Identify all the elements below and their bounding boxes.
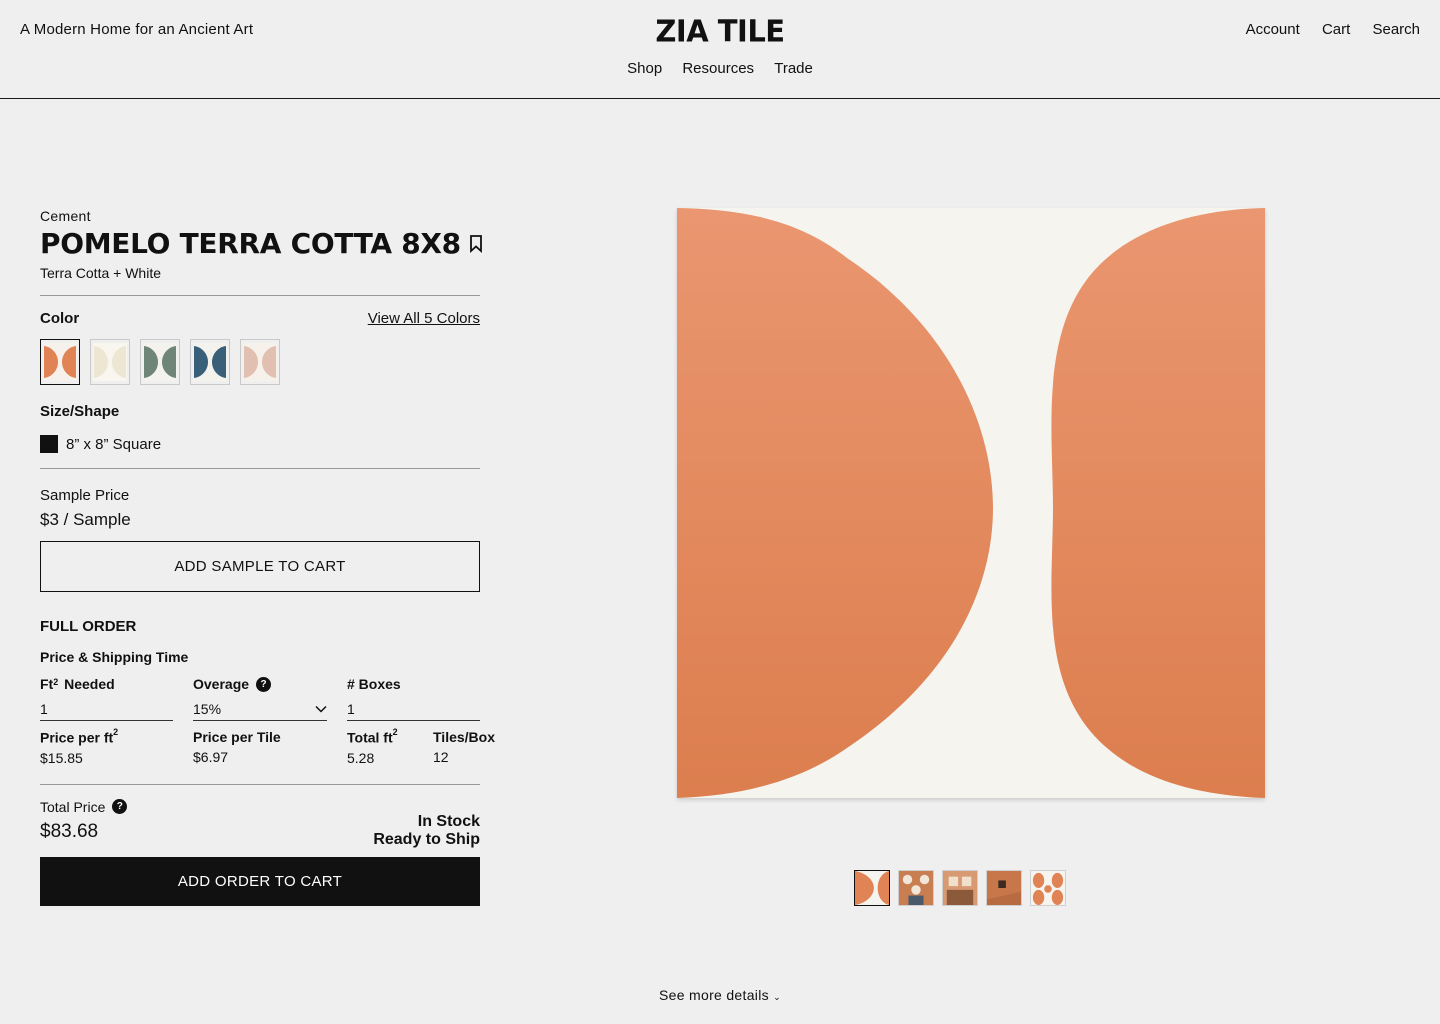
product-category: Cement: [40, 208, 91, 224]
color-label: Color: [40, 310, 80, 327]
divider: [40, 295, 480, 296]
nav-shop[interactable]: Shop: [627, 60, 662, 77]
boxes-input[interactable]: 1: [347, 697, 480, 721]
product-title: POMELO TERRA COTTA 8X8: [40, 227, 461, 260]
thumbnail-room-3[interactable]: [986, 870, 1022, 906]
chevron-down-icon: ⌄: [773, 992, 781, 1002]
stock-status: In Stock Ready to Ship: [373, 813, 480, 849]
ft-needed-value: 1: [40, 700, 48, 717]
image-thumbnails: [854, 870, 1066, 906]
tile-thumbnail-icon: [855, 871, 889, 905]
overage-value: 15%: [193, 700, 222, 717]
price-per-tile-value: $6.97: [193, 749, 229, 765]
thumbnail-room-2[interactable]: [942, 870, 978, 906]
product-subtitle: Terra Cotta + White: [40, 265, 161, 281]
order-fields: Ft 2 Needed 1 Overage ? 15% # Boxes 1: [40, 675, 480, 721]
total-ft-label: Total ft2: [347, 727, 398, 746]
site-logo[interactable]: ZIA TILE: [0, 13, 1440, 49]
size-selected-checkbox[interactable]: [40, 435, 58, 453]
nav-account[interactable]: Account: [1246, 21, 1300, 38]
stock-status-line2: Ready to Ship: [373, 830, 480, 848]
color-swatch[interactable]: [240, 339, 280, 385]
tiles-per-box-value: 12: [433, 749, 449, 765]
total-ft: Total ft2 5.28: [347, 727, 413, 766]
nav-cart[interactable]: Cart: [1322, 21, 1350, 38]
color-swatch[interactable]: [140, 339, 180, 385]
size-option[interactable]: 8” x 8” Square: [40, 435, 480, 453]
swatch-pattern-icon: [93, 343, 127, 381]
ft-needed-field: Ft 2 Needed 1: [40, 675, 173, 721]
total-ft-value: 5.28: [347, 749, 375, 766]
color-swatch[interactable]: [40, 339, 80, 385]
add-order-button[interactable]: ADD ORDER TO CART: [40, 856, 480, 906]
price-shipping-label: Price & Shipping Time: [40, 649, 189, 665]
overage-text: Overage: [193, 676, 250, 692]
utility-nav: Account Cart Search: [1228, 21, 1420, 38]
product-panel: Cement POMELO TERRA COTTA 8X8 Terra Cott…: [40, 208, 495, 906]
site-header: A Modern Home for an Ancient Art ZIA TIL…: [0, 0, 1440, 99]
swatch-pattern-icon: [193, 343, 227, 381]
room-thumbnail-icon: [943, 871, 977, 905]
nav-trade[interactable]: Trade: [774, 60, 813, 77]
size-option-label: 8” x 8” Square: [66, 435, 162, 453]
ft-needed-label: Ft 2 Needed: [40, 676, 115, 692]
price-per-ft: Price per ft2 $15.85: [40, 727, 173, 766]
help-icon[interactable]: ?: [256, 676, 272, 692]
ft-needed-text: Needed: [64, 676, 115, 692]
boxes-value: 1: [347, 700, 355, 717]
pattern-thumbnail-icon: [1031, 871, 1065, 905]
bookmark-icon[interactable]: [468, 235, 484, 253]
divider: [40, 783, 480, 785]
add-sample-button[interactable]: ADD SAMPLE TO CART: [40, 541, 480, 592]
thumbnail-room-1[interactable]: [898, 870, 934, 906]
tiles-per-box-label: Tiles/Box: [433, 729, 495, 745]
title-row: POMELO TERRA COTTA 8X8: [40, 227, 482, 261]
ft-needed-input[interactable]: 1: [40, 697, 173, 721]
nav-resources[interactable]: Resources: [682, 60, 754, 77]
size-label: Size/Shape: [40, 403, 120, 420]
sample-price-value: $3 / Sample: [40, 510, 131, 529]
help-icon[interactable]: ?: [112, 799, 128, 815]
total-ft-text: Total ft: [347, 729, 393, 746]
divider: [40, 468, 480, 469]
color-swatches: [40, 339, 480, 385]
overage-select[interactable]: 15%: [193, 697, 327, 721]
overage-field: Overage ? 15%: [193, 675, 327, 721]
price-per-tile-label: Price per Tile: [193, 729, 281, 745]
tiles-per-box: Tiles/Box 12: [433, 729, 500, 766]
overage-label: Overage ?: [193, 675, 327, 693]
boxes-label: # Boxes: [347, 676, 401, 692]
color-swatch[interactable]: [190, 339, 230, 385]
ft-prefix: Ft: [40, 676, 54, 692]
sample-price-label: Sample Price: [40, 487, 130, 504]
chevron-down-icon: [315, 705, 327, 713]
total-row: Total Price ? $83.68 In Stock Ready to S…: [40, 799, 480, 857]
view-all-colors-link[interactable]: View All 5 Colors: [368, 310, 480, 327]
price-info: Price per ft2 $15.85 Price per Tile $6.9…: [40, 727, 495, 766]
full-order-heading: FULL ORDER: [40, 618, 137, 635]
swatch-pattern-icon: [243, 343, 277, 381]
room-thumbnail-icon: [987, 871, 1021, 905]
thumbnail-tile[interactable]: [854, 870, 890, 906]
thumbnail-pattern[interactable]: [1030, 870, 1066, 906]
total-price-text: Total Price: [40, 798, 106, 815]
see-more-text: See more details: [659, 987, 769, 1003]
color-swatch[interactable]: [90, 339, 130, 385]
swatch-pattern-icon: [143, 343, 177, 381]
stock-status-line1: In Stock: [417, 812, 480, 830]
see-more-details: See more details ⌄: [0, 987, 1440, 1003]
main-nav: Shop Resources Trade: [0, 60, 1440, 77]
boxes-field: # Boxes 1: [347, 675, 480, 721]
price-per-ft-value: $15.85: [40, 749, 83, 766]
price-per-tile: Price per Tile $6.97: [193, 729, 327, 766]
see-more-details-link[interactable]: See more details ⌄: [659, 987, 781, 1003]
color-header: Color View All 5 Colors: [40, 310, 480, 327]
product-image: [677, 208, 1265, 798]
price-per-ft-label: Price per ft2: [40, 727, 119, 746]
swatch-pattern-icon: [43, 343, 77, 381]
price-per-ft-text: Price per ft: [40, 729, 114, 746]
room-thumbnail-icon: [899, 871, 933, 905]
nav-search[interactable]: Search: [1372, 21, 1420, 38]
